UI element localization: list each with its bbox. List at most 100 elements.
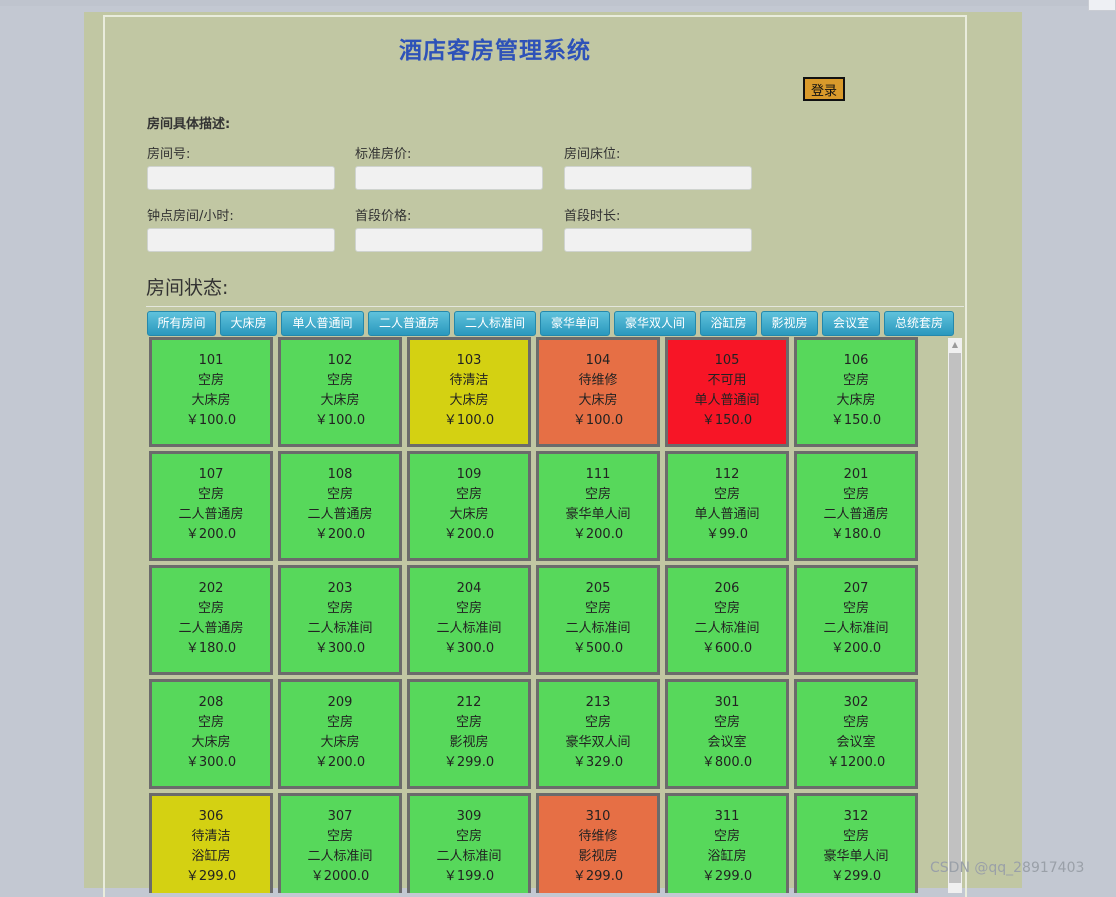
room-number: 209 <box>327 695 353 710</box>
room-price: ￥200.0 <box>830 641 882 656</box>
room-card[interactable]: 306 待清洁 浴缸房 ￥299.0 <box>149 793 273 893</box>
room-card[interactable]: 201 空房 二人普通房 ￥180.0 <box>794 451 918 561</box>
room-card[interactable]: 311 空房 浴缸房 ￥299.0 <box>665 793 789 893</box>
room-price: ￥150.0 <box>830 413 882 428</box>
room-beds-input[interactable] <box>564 166 752 190</box>
room-type: 二人标准间 <box>307 621 373 636</box>
room-beds-label: 房间床位: <box>564 147 621 162</box>
room-status: 空房 <box>713 829 740 844</box>
room-status: 空房 <box>326 829 353 844</box>
room-card[interactable]: 204 空房 二人标准间 ￥300.0 <box>407 565 531 675</box>
room-type: 豪华单人间 <box>823 849 889 864</box>
room-number: 307 <box>327 809 353 824</box>
room-card[interactable]: 310 待维修 影视房 ￥299.0 <box>536 793 660 893</box>
room-type: 大床房 <box>320 393 360 408</box>
room-status-heading: 房间状态: <box>146 277 229 299</box>
room-price: ￥100.0 <box>185 413 237 428</box>
room-grid-scrollbar[interactable]: ▲ <box>948 338 962 893</box>
room-card[interactable]: 105 不可用 单人普通间 ￥150.0 <box>665 337 789 447</box>
first-segment-duration-input[interactable] <box>564 228 752 252</box>
room-status: 空房 <box>326 487 353 502</box>
room-card[interactable]: 205 空房 二人标准间 ￥500.0 <box>536 565 660 675</box>
room-status: 空房 <box>842 487 869 502</box>
room-type: 二人标准间 <box>565 621 631 636</box>
tab-theater-room[interactable]: 影视房 <box>761 311 818 336</box>
room-type: 大床房 <box>191 393 231 408</box>
tab-meeting-room[interactable]: 会议室 <box>822 311 880 336</box>
scroll-up-icon[interactable]: ▲ <box>948 338 962 352</box>
room-card[interactable]: 312 空房 豪华单人间 ￥299.0 <box>794 793 918 893</box>
room-status: 空房 <box>713 487 740 502</box>
room-price: ￥299.0 <box>701 869 753 884</box>
room-card[interactable]: 101 空房 大床房 ￥100.0 <box>149 337 273 447</box>
room-status: 空房 <box>842 829 869 844</box>
room-type: 豪华双人间 <box>565 735 631 750</box>
room-status: 空房 <box>455 715 482 730</box>
tab-all-rooms[interactable]: 所有房间 <box>147 311 216 336</box>
room-status: 空房 <box>326 373 353 388</box>
room-status: 空房 <box>584 601 611 616</box>
room-price: ￥300.0 <box>443 641 495 656</box>
room-card[interactable]: 212 空房 影视房 ￥299.0 <box>407 679 531 789</box>
room-type: 豪华单人间 <box>565 507 631 522</box>
room-type: 大床房 <box>449 507 489 522</box>
room-type: 二人普通房 <box>178 507 244 522</box>
room-card[interactable]: 203 空房 二人标准间 ￥300.0 <box>278 565 402 675</box>
room-card[interactable]: 106 空房 大床房 ￥150.0 <box>794 337 918 447</box>
hourly-room-input[interactable] <box>147 228 335 252</box>
room-card[interactable]: 302 空房 会议室 ￥1200.0 <box>794 679 918 789</box>
tab-king-room[interactable]: 大床房 <box>220 311 277 336</box>
room-card[interactable]: 213 空房 豪华双人间 ￥329.0 <box>536 679 660 789</box>
tab-deluxe-double[interactable]: 豪华双人间 <box>614 311 696 336</box>
room-price: ￥100.0 <box>572 413 624 428</box>
scroll-thumb[interactable] <box>949 353 961 883</box>
room-card[interactable]: 111 空房 豪华单人间 ￥200.0 <box>536 451 660 561</box>
room-type: 二人标准间 <box>307 849 373 864</box>
room-card[interactable]: 209 空房 大床房 ￥200.0 <box>278 679 402 789</box>
room-status: 不可用 <box>707 373 747 388</box>
room-number: 312 <box>843 809 869 824</box>
room-number: 208 <box>198 695 224 710</box>
room-type: 影视房 <box>578 849 618 864</box>
room-card[interactable]: 112 空房 单人普通间 ￥99.0 <box>665 451 789 561</box>
room-number: 108 <box>327 467 353 482</box>
room-number: 101 <box>198 353 224 368</box>
room-card[interactable]: 107 空房 二人普通房 ￥200.0 <box>149 451 273 561</box>
tab-presidential-suite[interactable]: 总统套房 <box>884 311 954 336</box>
room-number: 309 <box>456 809 482 824</box>
room-card[interactable]: 202 空房 二人普通房 ￥180.0 <box>149 565 273 675</box>
room-status: 待清洁 <box>191 829 231 844</box>
room-card[interactable]: 309 空房 二人标准间 ￥199.0 <box>407 793 531 893</box>
room-card[interactable]: 207 空房 二人标准间 ￥200.0 <box>794 565 918 675</box>
room-card[interactable]: 307 空房 二人标准间 ￥2000.0 <box>278 793 402 893</box>
tab-bathtub-room[interactable]: 浴缸房 <box>700 311 757 336</box>
room-status: 空房 <box>455 829 482 844</box>
tab-double-standard-suite[interactable]: 二人标准间 <box>454 311 536 336</box>
room-card[interactable]: 109 空房 大床房 ￥200.0 <box>407 451 531 561</box>
tab-single-standard[interactable]: 单人普通间 <box>281 311 364 336</box>
room-price: ￥300.0 <box>314 641 366 656</box>
room-number: 104 <box>585 353 611 368</box>
room-number: 112 <box>714 467 740 482</box>
login-button[interactable]: 登录 <box>803 77 845 101</box>
room-price: ￥299.0 <box>572 869 624 884</box>
room-number-input[interactable] <box>147 166 335 190</box>
room-card[interactable]: 104 待维修 大床房 ￥100.0 <box>536 337 660 447</box>
room-card[interactable]: 103 待清洁 大床房 ￥100.0 <box>407 337 531 447</box>
tab-double-standard-room[interactable]: 二人普通房 <box>368 311 450 336</box>
room-status: 待维修 <box>578 829 618 844</box>
first-segment-price-input[interactable] <box>355 228 543 252</box>
room-card[interactable]: 102 空房 大床房 ￥100.0 <box>278 337 402 447</box>
room-card[interactable]: 301 空房 会议室 ￥800.0 <box>665 679 789 789</box>
room-card[interactable]: 206 空房 二人标准间 ￥600.0 <box>665 565 789 675</box>
room-card[interactable]: 108 空房 二人普通房 ￥200.0 <box>278 451 402 561</box>
room-price: ￥199.0 <box>443 869 495 884</box>
room-grid: 101 空房 大床房 ￥100.0 102 空房 大床房 ￥100.0 103 待清洁 大床房 ￥10… <box>147 337 965 893</box>
tab-deluxe-single[interactable]: 豪华单间 <box>540 311 610 336</box>
room-type: 二人标准间 <box>436 621 502 636</box>
standard-price-input[interactable] <box>355 166 543 190</box>
room-price: ￥200.0 <box>443 527 495 542</box>
room-status: 空房 <box>455 601 482 616</box>
room-number: 311 <box>714 809 740 824</box>
room-card[interactable]: 208 空房 大床房 ￥300.0 <box>149 679 273 789</box>
